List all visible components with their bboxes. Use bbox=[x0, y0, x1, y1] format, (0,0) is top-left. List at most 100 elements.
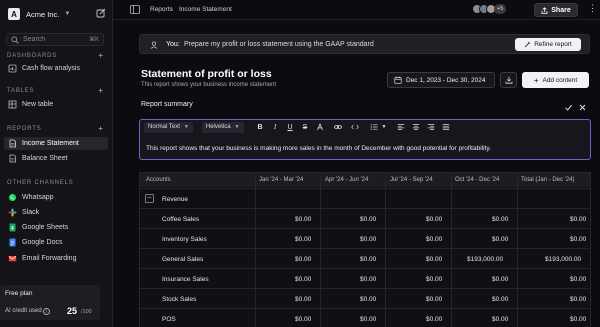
income-statement-table: Accounts Jan '24 - Mar '24 Apr '24 - Jun… bbox=[139, 172, 591, 327]
workspace-switcher[interactable]: A Acme Inc. ▼ bbox=[8, 7, 108, 21]
underline-icon[interactable]: U bbox=[286, 122, 295, 132]
sidebar-item-balance-sheet[interactable]: Balance Sheet bbox=[4, 152, 108, 165]
sidebar-toggle-icon[interactable] bbox=[130, 5, 140, 14]
cell-q2: $0.00 bbox=[360, 316, 377, 323]
column-header-q3[interactable]: Jul '24 - Sep '24 bbox=[390, 177, 433, 183]
add-table-icon[interactable]: + bbox=[98, 86, 103, 95]
bold-icon[interactable]: B bbox=[256, 122, 265, 132]
breadcrumb-separator: › bbox=[171, 6, 174, 13]
table-row[interactable]: Stock Sales $0.00 $0.00 $0.00 $0.00 $0.0… bbox=[140, 288, 590, 308]
sidebar-item-label: Email Forwarding bbox=[22, 255, 77, 262]
sidebar-item-whatsapp[interactable]: Whatsapp bbox=[4, 191, 108, 204]
sidebar-item-google-docs[interactable]: Google Docs bbox=[4, 236, 108, 249]
page-subtitle: This report shows your business income s… bbox=[141, 82, 277, 88]
italic-icon[interactable]: I bbox=[271, 122, 280, 132]
add-content-button[interactable]: + Add content bbox=[522, 72, 589, 88]
column-header-accounts[interactable]: Accounts bbox=[146, 177, 171, 183]
collaborator-count: +5 bbox=[494, 4, 507, 14]
cell-q4: $0.00 bbox=[492, 316, 509, 323]
other-channels-section-label: OTHER CHANNELS bbox=[7, 180, 74, 186]
search-box[interactable]: ⌘K bbox=[6, 33, 104, 46]
sidebar-item-label: Cash flow analysis bbox=[22, 65, 80, 72]
sidebar-item-google-sheets[interactable]: Google Sheets bbox=[4, 221, 108, 234]
cell-total: $0.00 bbox=[570, 316, 587, 323]
close-icon[interactable] bbox=[578, 103, 587, 112]
confirm-icon[interactable] bbox=[564, 103, 573, 112]
collaborators[interactable]: +5 bbox=[472, 4, 507, 14]
page-title: Statement of profit or loss bbox=[141, 68, 272, 80]
dashboard-icon bbox=[8, 64, 17, 73]
refine-icon bbox=[524, 41, 531, 48]
cell-q1: $0.00 bbox=[295, 296, 312, 303]
font-value: Helvetica bbox=[205, 124, 231, 130]
document-icon bbox=[9, 154, 16, 163]
add-report-icon[interactable]: + bbox=[98, 124, 103, 133]
align-justify-icon[interactable] bbox=[442, 122, 451, 132]
editor-toolbar: Normal Text ▼ Helvetica ▼ B I U S ▼ bbox=[140, 120, 590, 134]
font-select[interactable]: Helvetica ▼ bbox=[201, 121, 244, 133]
sidebar-item-cash-flow-analysis[interactable]: Cash flow analysis bbox=[4, 62, 108, 75]
add-dashboard-icon[interactable]: + bbox=[98, 51, 103, 60]
info-icon[interactable]: i bbox=[43, 308, 50, 315]
cell-q3: $0.00 bbox=[426, 216, 443, 223]
cell-q4: $193,000.00 bbox=[467, 256, 504, 263]
text-color-icon[interactable] bbox=[316, 122, 325, 132]
column-header-q2[interactable]: Apr '24 - Jun '24 bbox=[325, 177, 368, 183]
share-button[interactable]: Share bbox=[534, 3, 578, 17]
column-header-q4[interactable]: Oct '24 - Dec '24 bbox=[455, 177, 499, 183]
user-icon bbox=[150, 41, 158, 49]
align-right-icon[interactable] bbox=[427, 122, 436, 132]
cell-total: $193,000.00 bbox=[545, 256, 582, 263]
cell-q3: $0.00 bbox=[426, 296, 443, 303]
column-header-total[interactable]: Total (Jan - Dec '24) bbox=[521, 177, 575, 183]
summary-editor[interactable]: Normal Text ▼ Helvetica ▼ B I U S ▼ This r… bbox=[139, 119, 591, 160]
search-input[interactable] bbox=[23, 36, 89, 43]
table-row[interactable]: Inventory Sales $0.00 $0.00 $0.00 $0.00 … bbox=[140, 228, 590, 248]
bullet-list-icon[interactable] bbox=[370, 122, 379, 132]
table-row[interactable]: Coffee Sales $0.00 $0.00 $0.00 $0.00 $0.… bbox=[140, 208, 590, 228]
collapse-icon[interactable]: – bbox=[145, 194, 154, 203]
breadcrumb-reports[interactable]: Reports bbox=[150, 6, 173, 13]
chevron-down-icon[interactable]: ▼ bbox=[382, 122, 387, 132]
cell-q4: $0.00 bbox=[492, 296, 509, 303]
sidebar-item-income-statement[interactable]: Income Statement bbox=[4, 137, 108, 150]
whatsapp-icon bbox=[8, 193, 17, 202]
align-left-icon[interactable] bbox=[397, 122, 406, 132]
align-center-icon[interactable] bbox=[412, 122, 421, 132]
breadcrumb-income-statement[interactable]: Income Statement bbox=[179, 6, 232, 13]
sidebar-item-label: New table bbox=[22, 101, 54, 108]
strikethrough-icon[interactable]: S bbox=[301, 122, 310, 132]
sidebar-item-label: Slack bbox=[22, 209, 40, 216]
table-header: Accounts Jan '24 - Mar '24 Apr '24 - Jun… bbox=[140, 173, 590, 187]
date-range-picker[interactable]: Dec 1, 2023 - Dec 30, 2024 bbox=[387, 72, 495, 88]
table-group-row[interactable]: – Revenue bbox=[140, 188, 590, 208]
cell-q2: $0.00 bbox=[360, 216, 377, 223]
topbar: Reports › Income Statement +5 Share ⋮ bbox=[113, 0, 600, 20]
sidebar-item-slack[interactable]: Slack bbox=[4, 206, 108, 219]
cell-q3: $0.00 bbox=[426, 256, 443, 263]
table-row[interactable]: POS $0.00 $0.00 $0.00 $0.00 $0.00 bbox=[140, 308, 590, 327]
more-options-icon[interactable]: ⋮ bbox=[588, 3, 597, 14]
add-content-label: Add content bbox=[542, 76, 578, 84]
cell-q2: $0.00 bbox=[360, 296, 377, 303]
link-icon[interactable] bbox=[334, 122, 343, 132]
download-button[interactable] bbox=[500, 72, 517, 88]
sidebar: A Acme Inc. ▼ ⌘K DASHBOARDS + Cash flow … bbox=[0, 0, 113, 327]
sidebar-item-new-table[interactable]: New table bbox=[4, 98, 108, 111]
chevron-down-icon: ▼ bbox=[183, 124, 189, 130]
refine-report-button[interactable]: Refine report bbox=[515, 38, 581, 51]
cell-q1: $0.00 bbox=[295, 216, 312, 223]
table-row[interactable]: General Sales $0.00 $0.00 $0.00 $193,000… bbox=[140, 248, 590, 268]
edit-icon[interactable] bbox=[96, 8, 106, 18]
column-header-q1[interactable]: Jan '24 - Mar '24 bbox=[259, 177, 303, 183]
share-label: Share bbox=[551, 6, 571, 14]
summary-text[interactable]: This report shows that your business is … bbox=[146, 145, 491, 152]
text-style-select[interactable]: Normal Text ▼ bbox=[144, 121, 193, 133]
workspace-logo: A bbox=[8, 8, 20, 20]
sidebar-item-email-forwarding[interactable]: Email Forwarding bbox=[4, 252, 108, 265]
table-row[interactable]: Insurance Sales $0.00 $0.00 $0.00 $0.00 … bbox=[140, 268, 590, 288]
cell-account: Inventory Sales bbox=[162, 236, 207, 243]
date-range-value: Dec 1, 2023 - Dec 30, 2024 bbox=[406, 76, 486, 84]
code-icon[interactable] bbox=[349, 122, 361, 132]
cell-q1: $0.00 bbox=[295, 256, 312, 263]
